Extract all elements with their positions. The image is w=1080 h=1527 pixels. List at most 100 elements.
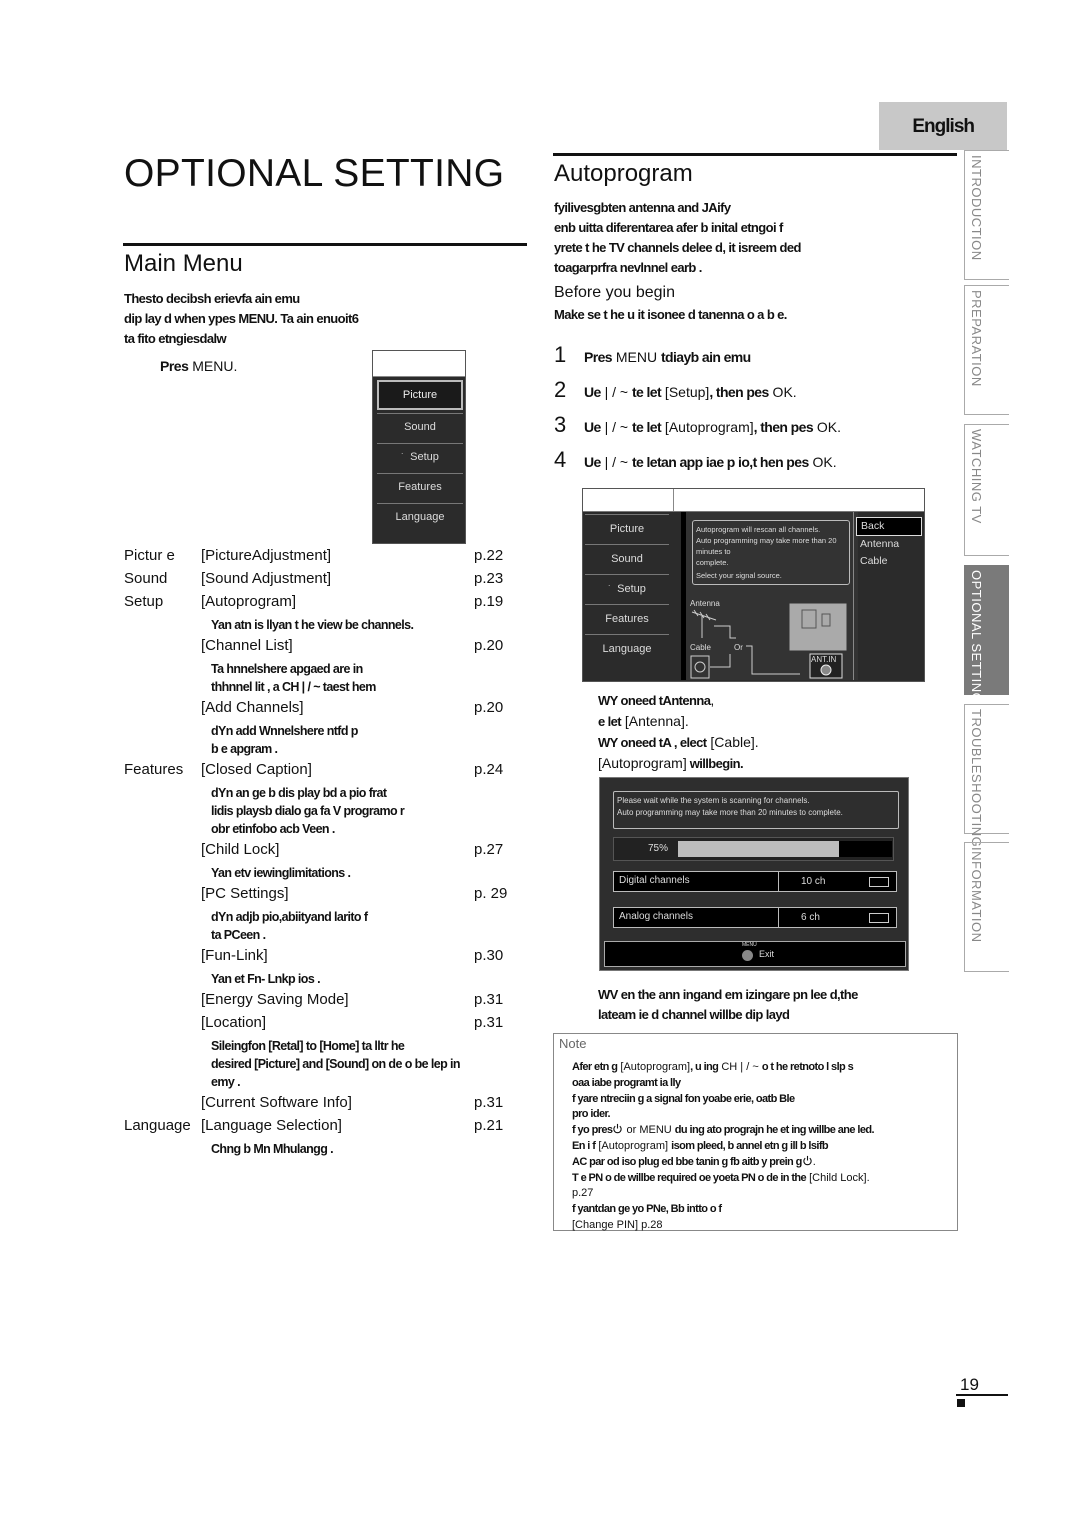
language-tab: English [879,102,1007,150]
note-text: [Autoprogram] [617,1061,691,1073]
side-tab-watching-tv[interactable]: WATCHING TV [964,424,1009,556]
row-item: [Add Channels] [201,699,304,716]
note-line: oaa iabe programt ia lly [572,1076,954,1092]
menu-item-features[interactable]: Features [377,473,463,500]
channel-type-label: Analog channels [619,911,693,922]
side-tab-label: TROUBLESHOOTING [969,709,984,848]
channel-indicator-box [869,913,889,923]
option-back[interactable]: Back [856,517,922,536]
message-line: Auto programming may take more than 20 m… [696,536,837,556]
message-line: complete. [696,558,729,567]
message-line: Auto programming may take more than 20 m… [617,808,843,817]
row-item: [Fun-Link] [201,947,268,964]
step-text-part: tdiayb ain emu [660,349,751,365]
side-tab-information[interactable]: INFORMATION [964,842,1009,972]
screen-menu-item-setup[interactable]: ˙ Setup [585,574,669,602]
menu-item-label: Picture [609,522,645,535]
instruction-text: [Antenna]. [621,713,689,729]
row-page-ref: p.24 [474,761,504,778]
side-tab-optional-setting[interactable]: OPTIONAL SETTING [964,565,1009,703]
step-text-part: [Autoprogram] [661,419,754,435]
intro-line: dip lay d when ypes MENU. Ta ain enuoit6 [124,311,359,326]
menu-table-row: Language [Language Selection] p.21 [124,1117,534,1140]
step-text-part: OK. [808,454,837,470]
row-category: Setup [124,593,164,610]
step-text-part: | / ~ [600,454,632,470]
row-page-ref: p.27 [474,841,504,858]
intro-line: Thesto decibsh erievfa ain emu [124,291,300,306]
screen-menu-item-picture[interactable]: Picture [585,514,669,542]
description-line: Yan et Fn- Lnkp ios . [211,972,321,986]
row-category: Pictur e [124,547,175,564]
step-text-part: te let [631,419,662,435]
instruction-text: WY oneed tAntenna [598,693,711,708]
step-number: 4 [554,447,567,472]
row-item: [Sound Adjustment] [201,570,332,587]
note-text-bold: f yare ntreciin g a signal fon yoabe eri… [572,1092,795,1105]
note-line: Afer etn g [Autoprogram], u ing CH | / ~… [572,1060,954,1076]
note-text-bold: T e PN o de willbe required oe yoeta PN … [572,1171,807,1184]
section-divider [553,153,957,156]
menu-item-label: Setup [617,582,646,595]
or-label: Or [734,643,743,652]
option-antenna[interactable]: Antenna [854,536,924,553]
signal-source-screen: Picture Sound ˙ Setup Features Language Autop… [582,488,925,682]
row-page-ref: p.20 [474,699,504,716]
menu-table-row: Sound [Sound Adjustment] p.23 [124,570,534,593]
text-line: lateam ie d channel willbe dip layd [598,1007,790,1022]
menu-item-setup[interactable]: ˙ Setup [377,443,463,470]
progress-track [678,841,892,857]
screen-menu-item-sound[interactable]: Sound [585,544,669,572]
description-line: obr etinfobo acb Veen . [211,822,335,836]
note-text-bold: du ing ato prograjn he et ing willbe ane… [674,1124,875,1137]
description-line: desired [Picture] and [Sound] on de o be… [211,1057,461,1071]
analog-channels-row: Analog channels 6 ch [613,907,897,928]
menu-item-picture[interactable]: Picture [377,380,463,410]
before-you-begin-heading: Before you begin [554,284,675,301]
row-item: [Language Selection] [201,1117,342,1134]
menu-table-row: [PC Settings] p. 29 [124,885,534,908]
description-line: b e apgram . [211,742,278,756]
row-description: Chng b Mn Mhulangg . [211,1140,534,1158]
digital-channels-row: Digital channels 10 ch [613,871,897,892]
scanning-message: Please wait while the system is scanning… [613,791,899,829]
power-icon [613,1124,623,1134]
side-tab-preparation[interactable]: PREPARATION [964,285,1009,415]
step-text-part: te letan app iae p io,t hen pes [631,454,809,470]
screen-menu-item-language[interactable]: Language [585,634,669,662]
screen-menu-item-features[interactable]: Features [585,604,669,632]
side-tab-introduction[interactable]: INTRODUCTION [964,150,1009,280]
step-text-part: | / ~ [600,419,632,435]
menu-item-language[interactable]: Language [377,503,463,530]
step-text-part: | / ~ [600,384,632,400]
note-text: CH | / ~ [718,1061,762,1073]
note-text: . [812,1155,816,1168]
option-cable[interactable]: Cable [854,553,924,570]
row-item: [Channel List] [201,637,293,654]
screen-center-panel: Autoprogram will rescan all channels. Au… [681,512,858,680]
text-line: WV en the ann ingand em izingare pn lee … [598,987,858,1002]
menu-table-row: [Fun-Link] p.30 [124,947,534,970]
menu-item-label: Features [398,481,442,493]
main-menu-screen: Picture Sound ˙ Setup Features Language [372,350,466,544]
menu-item-sound[interactable]: Sound [377,413,463,440]
step-text-part: OK. [813,419,842,435]
side-tab-troubleshooting[interactable]: TROUBLESHOOTING [964,704,1009,847]
note-text: [Child Lock]. [806,1171,870,1184]
note-box: Note Afer etn g [Autoprogram], u ing CH … [553,1033,958,1231]
step-text-part: MENU [611,349,661,365]
marker-icon: ˙ [608,583,612,594]
row-category: Language [124,1117,191,1134]
description-line: Sileingfon [Retal] to [Home] ta lltr he [211,1039,405,1053]
menu-item-label: Language [602,642,652,655]
main-menu-heading: Main Menu [124,250,243,277]
description-line: Ta hnnelshere apgaed are in [211,662,363,676]
intro-line: yrete t he TV channels delee d, it isree… [554,240,801,255]
instruction-text: e let [598,714,622,729]
step-number: 3 [554,412,567,437]
side-tab-label: INTRODUCTION [969,155,984,261]
row-description: dYn an ge b dis play bd a pio frat lidis … [211,784,534,838]
menu-item-label: Sound [611,552,643,565]
scan-progress: 75% [613,837,894,861]
description-line: Yan atn is llyan t he view be channels. [211,618,414,632]
